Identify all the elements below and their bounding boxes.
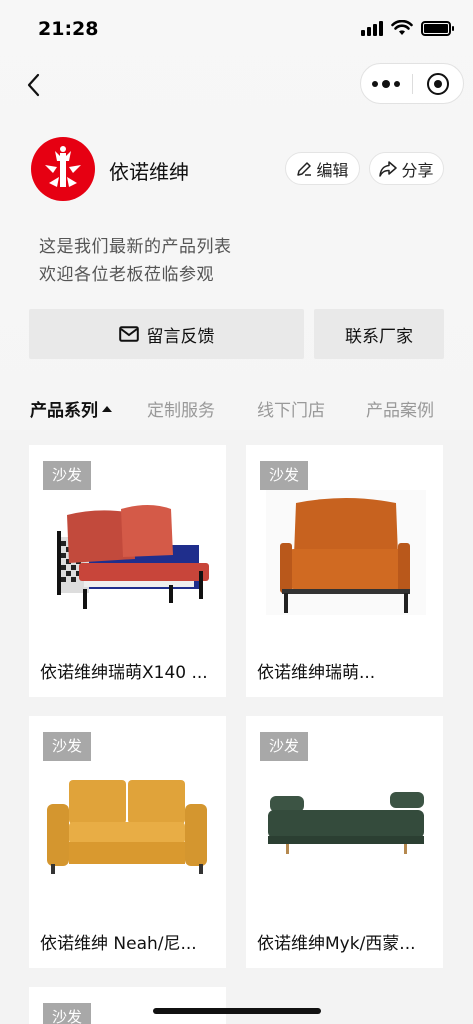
product-title: 依诺维绅Myk/西蒙... xyxy=(257,934,416,954)
product-card[interactable]: 沙发 依诺维绅Myk/西蒙... xyxy=(246,716,443,968)
product-card[interactable]: 沙发 xyxy=(29,987,226,1024)
mini-program-capsule xyxy=(360,63,464,104)
product-title: 依诺维绅瑞萌... xyxy=(257,663,376,683)
category-tag: 沙发 xyxy=(260,732,309,761)
wifi-icon xyxy=(391,20,413,35)
share-icon xyxy=(379,160,398,177)
sofa-red-blue-image xyxy=(57,505,209,609)
back-button[interactable] xyxy=(18,68,48,102)
tab-custom-service[interactable]: 定制服务 xyxy=(147,396,215,421)
category-tabs: 产品系列 定制服务 线下门店 产品案例 xyxy=(30,396,450,422)
store-name: 依诺维绅 xyxy=(109,160,189,184)
tab-product-cases[interactable]: 产品案例 xyxy=(366,396,434,421)
share-button[interactable]: 分享 xyxy=(369,152,444,185)
edit-button[interactable]: 编辑 xyxy=(285,152,360,185)
contact-manufacturer-label: 联系厂家 xyxy=(345,326,413,347)
status-bar: 21:28 xyxy=(0,0,473,56)
contact-manufacturer-button[interactable]: 联系厂家 xyxy=(314,309,444,359)
armchair-orange-image xyxy=(266,490,426,615)
brand-logo xyxy=(31,137,95,201)
pencil-icon xyxy=(297,161,312,176)
mail-icon xyxy=(118,326,139,342)
home-indicator[interactable] xyxy=(153,1008,321,1014)
share-label: 分享 xyxy=(401,160,434,180)
message-feedback-label: 留言反馈 xyxy=(146,326,215,347)
category-tag: 沙发 xyxy=(43,1003,92,1024)
description-line-2: 欢迎各位老板莅临参观 xyxy=(39,265,214,285)
category-tag: 沙发 xyxy=(260,461,309,490)
more-button[interactable] xyxy=(361,64,412,103)
chevron-left-icon xyxy=(27,73,40,97)
product-card[interactable]: 沙发 依诺维绅瑞萌X140 ... xyxy=(29,445,226,697)
product-title: 依诺维绅 Neah/尼... xyxy=(40,934,197,954)
target-icon xyxy=(426,72,449,95)
category-tag: 沙发 xyxy=(43,461,92,490)
category-tag: 沙发 xyxy=(43,732,92,761)
tab-label: 产品系列 xyxy=(30,401,98,421)
message-feedback-button[interactable]: 留言反馈 xyxy=(29,309,304,359)
edit-label: 编辑 xyxy=(316,160,349,180)
caret-up-icon xyxy=(102,406,112,412)
cellular-signal-icon xyxy=(361,20,383,36)
product-card[interactable]: 沙发 依诺维绅 Neah/尼... xyxy=(29,716,226,968)
product-title: 依诺维绅瑞萌X140 ... xyxy=(40,663,208,683)
tab-product-series[interactable]: 产品系列 xyxy=(30,396,112,421)
sofa-yellow-image xyxy=(47,780,207,874)
status-icons xyxy=(361,20,454,36)
battery-icon xyxy=(421,20,454,36)
daybed-green-image xyxy=(268,792,424,854)
product-card[interactable]: 沙发 依诺维绅瑞萌... xyxy=(246,445,443,697)
description-line-1: 这是我们最新的产品列表 xyxy=(39,237,232,257)
tab-offline-stores[interactable]: 线下门店 xyxy=(257,396,325,421)
status-time: 21:28 xyxy=(38,18,99,40)
close-mini-program-button[interactable] xyxy=(412,64,463,103)
